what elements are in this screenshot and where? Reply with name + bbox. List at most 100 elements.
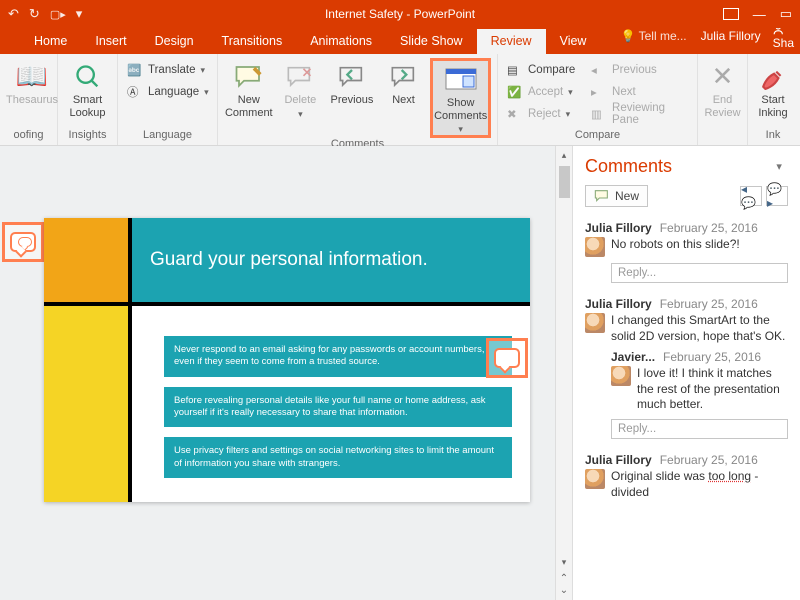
quick-access-toolbar: ↶ ↻ ▢▸ ▾ [0, 6, 82, 22]
reply-text: I love it! I think it matches the rest o… [637, 366, 788, 413]
translate-button[interactable]: 🔤 Translate ▾ [124, 60, 212, 80]
group-compare-label: Compare [504, 129, 691, 143]
compare-button[interactable]: ▤Compare [504, 60, 586, 80]
previous-comment-button[interactable]: Previous [327, 58, 377, 107]
compare-label: Compare [528, 64, 575, 76]
comment-author: Julia Fillory [585, 297, 652, 311]
restore-icon[interactable]: ▭ [780, 6, 792, 22]
tab-review[interactable]: Review [477, 29, 546, 54]
start-from-beginning-icon[interactable]: ▢▸ [50, 8, 66, 21]
tell-me-search[interactable]: 💡 Tell me... [621, 29, 687, 43]
book-icon: 📖 [16, 62, 48, 92]
new-comment-label: New Comment [225, 94, 273, 119]
comments-nav-prev[interactable]: ◂💬 [740, 186, 762, 206]
tab-home[interactable]: Home [20, 29, 81, 54]
reply-date: February 25, 2016 [663, 350, 761, 364]
tab-slideshow[interactable]: Slide Show [386, 29, 477, 54]
thesaurus-button: 📖 Thesaurus [6, 58, 58, 107]
slide-bar-1[interactable]: Never respond to an email asking for any… [164, 336, 512, 377]
group-language-label: Language [124, 129, 211, 143]
slide-bar-3[interactable]: Use privacy filters and settings on soci… [164, 437, 512, 478]
comment-bubble-icon[interactable] [10, 232, 36, 252]
delete-comment-label: Delete [284, 94, 316, 107]
start-inking-button[interactable]: Start Inking [754, 58, 792, 119]
accept-button: ✅Accept ▾ [504, 82, 586, 102]
compare-next-label: Next [612, 86, 636, 98]
group-insights-label: Insights [64, 129, 111, 143]
compare-next-button: ▸Next [588, 82, 691, 102]
slide-title[interactable]: Guard your personal information. [132, 218, 530, 302]
slide-editor[interactable]: Guard your personal information. Never r… [0, 146, 555, 600]
show-comments-button[interactable]: Show Comments▾ [430, 58, 491, 138]
slide-block-orange [44, 218, 128, 302]
reject-button: ✖Reject ▾ [504, 104, 586, 124]
language-button[interactable]: Ⓐ Language ▾ [124, 82, 212, 102]
scroll-up-icon[interactable]: ▴ [562, 148, 567, 162]
avatar [585, 237, 605, 257]
comment-add-icon [594, 189, 610, 203]
next-slide-icon[interactable]: ⌄ [560, 585, 568, 596]
language-label: Language [148, 86, 199, 98]
qat-customize-icon[interactable]: ▾ [76, 6, 83, 22]
comment-delete-icon [286, 62, 314, 92]
back-icon[interactable]: ↶ [8, 6, 19, 22]
slide-canvas[interactable]: Guard your personal information. Never r… [44, 218, 530, 502]
comment-thread[interactable]: Julia FilloryFebruary 25, 2016 Original … [573, 449, 800, 508]
smart-lookup-label: Smart Lookup [69, 94, 105, 119]
avatar [585, 313, 605, 333]
comment-marker-highlight-left [2, 222, 44, 262]
slide-content[interactable]: Never respond to an email asking for any… [164, 336, 512, 478]
signed-in-user[interactable]: Julia Fillory [701, 29, 761, 43]
tab-transitions[interactable]: Transitions [208, 29, 297, 54]
comments-pane: Comments ▾ New ◂💬 💬▸ Julia FilloryFebrua… [572, 146, 800, 600]
compare-prev-button: ◂ Previous [588, 60, 691, 80]
tab-view[interactable]: View [546, 29, 601, 54]
vertical-scrollbar[interactable]: ▴ ▾ ⌃ ⌄ [555, 146, 572, 600]
reply-input[interactable]: Reply... [611, 263, 788, 283]
tab-animations[interactable]: Animations [296, 29, 386, 54]
prev-icon: ◂ [591, 63, 607, 77]
minimize-icon[interactable]: ― [753, 7, 766, 22]
comment-prev-icon [338, 62, 366, 92]
comment-thread[interactable]: Julia FilloryFebruary 25, 2016 I changed… [573, 293, 800, 449]
new-comment-pane-button[interactable]: New [585, 185, 648, 207]
tab-insert[interactable]: Insert [81, 29, 140, 54]
scroll-thumb[interactable] [559, 166, 570, 198]
end-review-icon: ✕ [712, 62, 734, 92]
prev-slide-icon[interactable]: ⌃ [560, 573, 568, 584]
comments-pane-menu-icon[interactable]: ▾ [776, 160, 788, 173]
comment-bubble-icon[interactable] [494, 348, 520, 368]
scroll-down-icon[interactable]: ▾ [562, 555, 567, 569]
reviewing-pane-label: Reviewing Pane [612, 102, 688, 126]
comment-date: February 25, 2016 [660, 453, 758, 467]
end-review-label: End Review [704, 94, 740, 119]
ribbon-tabs: Home Insert Design Transitions Animation… [0, 28, 800, 54]
slide-bar-2[interactable]: Before revealing personal details like y… [164, 387, 512, 428]
display-options-icon[interactable] [723, 8, 739, 20]
comments-nav-next[interactable]: 💬▸ [766, 186, 788, 206]
compare-prev-label: Previous [612, 64, 657, 76]
comments-thread-list: Julia FilloryFebruary 25, 2016 No robots… [573, 217, 800, 508]
comment-marker-highlight-right [486, 338, 528, 378]
next-comment-button[interactable]: Next [379, 58, 429, 107]
magnifier-icon [74, 62, 102, 92]
window-title: Internet Safety - PowerPoint [325, 7, 475, 21]
comment-date: February 25, 2016 [660, 221, 758, 235]
comment-thread[interactable]: Julia FilloryFebruary 25, 2016 No robots… [573, 217, 800, 293]
show-comments-icon [445, 65, 477, 95]
redo-icon[interactable]: ↻ [29, 6, 40, 22]
comment-author: Julia Fillory [585, 453, 652, 467]
slide-vstripe [128, 218, 132, 502]
tab-design[interactable]: Design [141, 29, 208, 54]
reply-input[interactable]: Reply... [611, 419, 788, 439]
pen-icon [760, 62, 786, 92]
comment-reply[interactable]: Javier...February 25, 2016 I love it! I … [585, 344, 788, 413]
new-comment-button[interactable]: New Comment [224, 58, 274, 119]
accept-icon: ✅ [507, 85, 523, 99]
avatar [611, 366, 631, 386]
reject-label: Reject [528, 108, 561, 120]
group-compare-end [704, 129, 741, 143]
smart-lookup-button[interactable]: Smart Lookup [64, 58, 111, 119]
accept-label: Accept [528, 86, 563, 98]
slide-block-yellow [44, 306, 128, 502]
